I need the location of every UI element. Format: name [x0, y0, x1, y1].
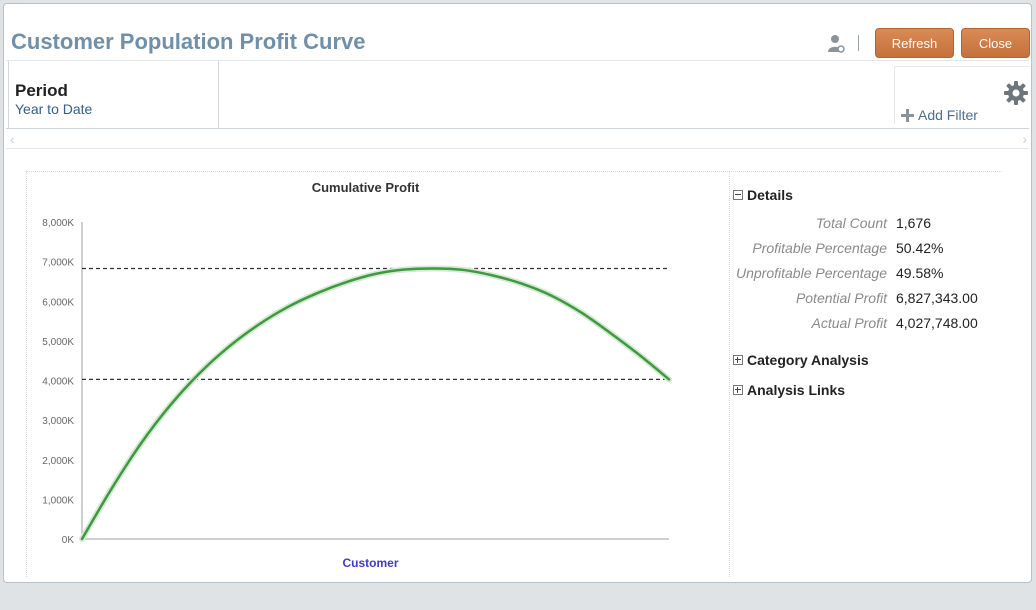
y-tick-label: 2,000K	[42, 456, 74, 467]
detail-label: Unprofitable Percentage	[736, 265, 887, 281]
y-tick-label: 1,000K	[42, 495, 74, 506]
analysis-content: Cumulative Profit 0K 1,000K 2,000K 3,000K 4,0…	[26, 171, 1002, 577]
y-tick-label: 5,000K	[42, 337, 74, 348]
y-tick-label: 3,000K	[42, 416, 74, 427]
profit-curve-dialog: Customer Population Profit Curve Refresh…	[3, 3, 1032, 583]
period-filter-value[interactable]: Year to Date	[15, 101, 92, 117]
y-tick-label: 4,000K	[42, 377, 74, 388]
chevron-right-icon[interactable]: ›	[1022, 131, 1027, 147]
analysis-links-label: Analysis Links	[747, 382, 846, 398]
detail-value: 6,827,343.00	[896, 290, 978, 306]
period-filter[interactable]: Period Year to Date	[8, 61, 219, 128]
close-button[interactable]: Close	[961, 28, 1030, 58]
cumulative-profit-chart: Cumulative Profit 0K 1,000K 2,000K 3,000K 4,0…	[42, 180, 672, 570]
user-settings-icon[interactable]	[828, 34, 846, 54]
detail-value: 4,027,748.00	[896, 315, 978, 331]
chart-title: Cumulative Profit	[312, 180, 420, 195]
details-header-label: Details	[747, 187, 793, 203]
detail-row-total-count: Total Count 1,676	[730, 215, 1002, 235]
analysis-links-section-header[interactable]: Analysis Links	[733, 382, 845, 398]
toolbar-divider	[858, 35, 859, 51]
detail-row-profitable-percentage: Profitable Percentage 50.42%	[730, 240, 1002, 260]
detail-label: Potential Profit	[795, 290, 887, 306]
details-panel: Details Total Count 1,676 Profitable Per…	[730, 172, 1002, 577]
x-axis-label: Customer	[342, 556, 398, 570]
window-backdrop: Customer Population Profit Curve Refresh…	[0, 0, 1036, 610]
y-tick-label: 0K	[62, 535, 75, 546]
category-analysis-section-header[interactable]: Category Analysis	[733, 352, 869, 368]
refresh-button[interactable]: Refresh	[875, 28, 954, 58]
detail-value: 1,676	[896, 215, 932, 231]
detail-label: Profitable Percentage	[752, 240, 887, 256]
gear-icon[interactable]	[1004, 81, 1028, 105]
detail-row-potential-profit: Potential Profit 6,827,343.00	[730, 290, 1002, 310]
category-analysis-label: Category Analysis	[747, 352, 869, 368]
detail-value: 49.58%	[896, 265, 944, 281]
plus-icon	[901, 108, 914, 122]
page-title: Customer Population Profit Curve	[11, 29, 366, 54]
detail-label: Actual Profit	[811, 315, 887, 331]
y-tick-label: 6,000K	[42, 297, 74, 308]
detail-row-unprofitable-percentage: Unprofitable Percentage 49.58%	[730, 265, 1002, 285]
y-tick-label: 8,000K	[42, 218, 74, 229]
chevron-left-icon[interactable]: ‹	[10, 131, 15, 147]
add-filter-link[interactable]: Add Filter	[901, 107, 978, 123]
period-filter-label: Period	[15, 81, 68, 100]
detail-row-actual-profit: Actual Profit 4,027,748.00	[730, 315, 1002, 335]
y-tick-label: 7,000K	[42, 258, 74, 269]
filter-scroll-row: ‹ ›	[6, 128, 1029, 149]
collapse-icon	[733, 190, 743, 200]
expand-icon	[733, 355, 743, 365]
detail-label: Total Count	[815, 215, 887, 231]
detail-value: 50.42%	[896, 240, 944, 256]
chart-panel: Cumulative Profit 0K 1,000K 2,000K 3,000K 4,0…	[27, 172, 730, 577]
filter-bar: Period Year to Date Add Filter	[6, 60, 1030, 129]
add-filter-label: Add Filter	[918, 107, 978, 123]
expand-icon	[733, 385, 743, 395]
details-section-header[interactable]: Details	[733, 187, 793, 203]
